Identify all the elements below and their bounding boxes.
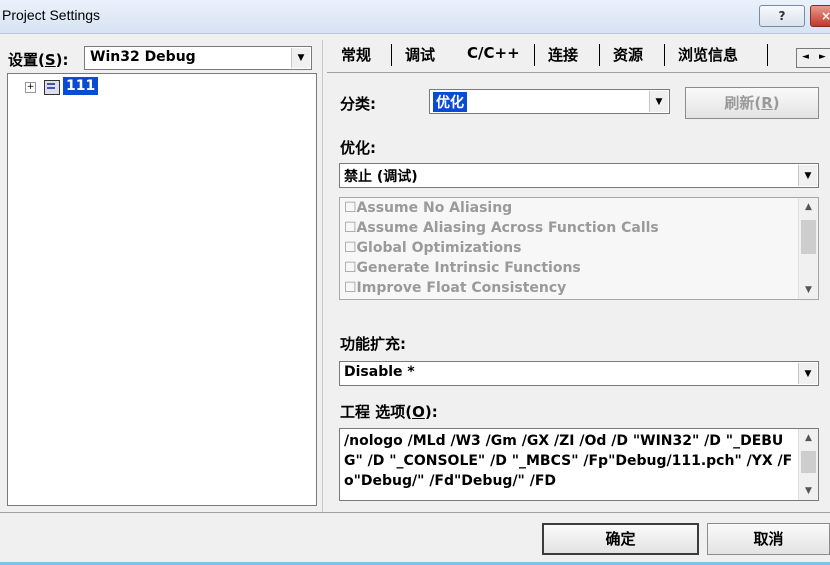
project-options-textarea[interactable]: /nologo /MLd /W3 /Gm /GX /ZI /Od /D "WIN… bbox=[339, 428, 819, 501]
chevron-down-icon[interactable]: ▼ bbox=[798, 165, 817, 186]
tab-resources[interactable]: 资源 bbox=[613, 44, 643, 65]
configuration-value: Win32 Debug bbox=[90, 49, 196, 65]
settings-for-label: 设置(S): bbox=[8, 51, 69, 69]
tab-separator bbox=[599, 44, 600, 66]
category-label: 分类: bbox=[340, 95, 376, 113]
title-bar: Project Settings ? × bbox=[0, 0, 830, 34]
list-item[interactable]: ☐Generate Intrinsic Functions bbox=[344, 260, 581, 276]
category-select[interactable]: 优化 ▼ bbox=[429, 89, 670, 114]
list-item[interactable]: ☐Assume Aliasing Across Function Calls bbox=[344, 220, 659, 236]
tab-link[interactable]: 连接 bbox=[548, 44, 578, 65]
window-title: Project Settings bbox=[2, 7, 101, 23]
extensions-select[interactable]: Disable * ▼ bbox=[339, 361, 819, 386]
scroll-up-icon[interactable]: ▲ bbox=[799, 433, 818, 443]
project-icon bbox=[44, 80, 60, 95]
tab-baseline bbox=[327, 72, 830, 73]
chevron-down-icon[interactable]: ▼ bbox=[291, 48, 310, 68]
tab-strip: 常规 调试 C/C++ 连接 资源 浏览信息 bbox=[327, 34, 830, 74]
tab-scroll-buttons[interactable]: ◄ ► bbox=[796, 48, 830, 68]
pane-divider bbox=[322, 40, 323, 512]
category-value: 优化 bbox=[433, 92, 467, 112]
project-tree[interactable]: + 111 bbox=[7, 73, 317, 506]
extensions-value: Disable * bbox=[344, 364, 415, 380]
list-item[interactable]: ☐Assume No Aliasing bbox=[344, 200, 512, 216]
scroll-thumb[interactable] bbox=[801, 220, 816, 254]
optimizations-select[interactable]: 禁止 (调试) ▼ bbox=[339, 163, 819, 188]
tab-separator bbox=[391, 44, 392, 66]
list-item[interactable]: ☐Global Optimizations bbox=[344, 240, 521, 256]
tab-debug[interactable]: 调试 bbox=[405, 44, 435, 65]
extensions-label: 功能扩充: bbox=[340, 335, 406, 353]
chevron-down-icon[interactable]: ▼ bbox=[798, 363, 817, 384]
ok-button[interactable]: 确定 bbox=[542, 523, 699, 555]
tab-separator bbox=[664, 44, 665, 66]
scroll-left-icon[interactable]: ◄ bbox=[802, 52, 809, 62]
project-options-text[interactable]: /nologo /MLd /W3 /Gm /GX /ZI /Od /D "WIN… bbox=[344, 431, 796, 491]
cancel-button[interactable]: 取消 bbox=[707, 523, 830, 555]
optimizations-value: 禁止 (调试) bbox=[344, 169, 418, 185]
scroll-thumb[interactable] bbox=[801, 451, 816, 473]
tab-general[interactable]: 常规 bbox=[341, 44, 371, 65]
refresh-button[interactable]: 刷新(R) bbox=[685, 87, 819, 119]
scroll-up-icon[interactable]: ▲ bbox=[799, 202, 818, 212]
close-button[interactable]: × bbox=[810, 5, 830, 27]
scroll-down-icon[interactable]: ▼ bbox=[799, 285, 818, 295]
options-scrollbar[interactable]: ▲ ▼ bbox=[798, 429, 818, 500]
list-scrollbar[interactable]: ▲ ▼ bbox=[798, 198, 818, 299]
scroll-down-icon[interactable]: ▼ bbox=[799, 486, 818, 496]
tab-browse-info[interactable]: 浏览信息 bbox=[678, 44, 738, 65]
help-button[interactable]: ? bbox=[759, 5, 805, 27]
list-item[interactable]: ☐Improve Float Consistency bbox=[344, 280, 566, 296]
configuration-select[interactable]: Win32 Debug ▼ bbox=[84, 46, 312, 70]
optimizations-label: 优化: bbox=[340, 139, 376, 157]
project-options-label: 工程 选项(O): bbox=[340, 403, 438, 421]
tab-cpp[interactable]: C/C++ bbox=[461, 40, 526, 62]
tree-item-111[interactable]: 111 bbox=[63, 77, 99, 95]
chevron-down-icon[interactable]: ▼ bbox=[649, 91, 668, 112]
footer-separator bbox=[0, 512, 830, 513]
tab-separator bbox=[534, 44, 535, 66]
tab-separator bbox=[767, 44, 768, 66]
expand-icon[interactable]: + bbox=[25, 82, 36, 93]
optimization-options-list[interactable]: ☐Assume No Aliasing ☐Assume Aliasing Acr… bbox=[339, 197, 819, 300]
scroll-right-icon[interactable]: ► bbox=[819, 52, 826, 62]
